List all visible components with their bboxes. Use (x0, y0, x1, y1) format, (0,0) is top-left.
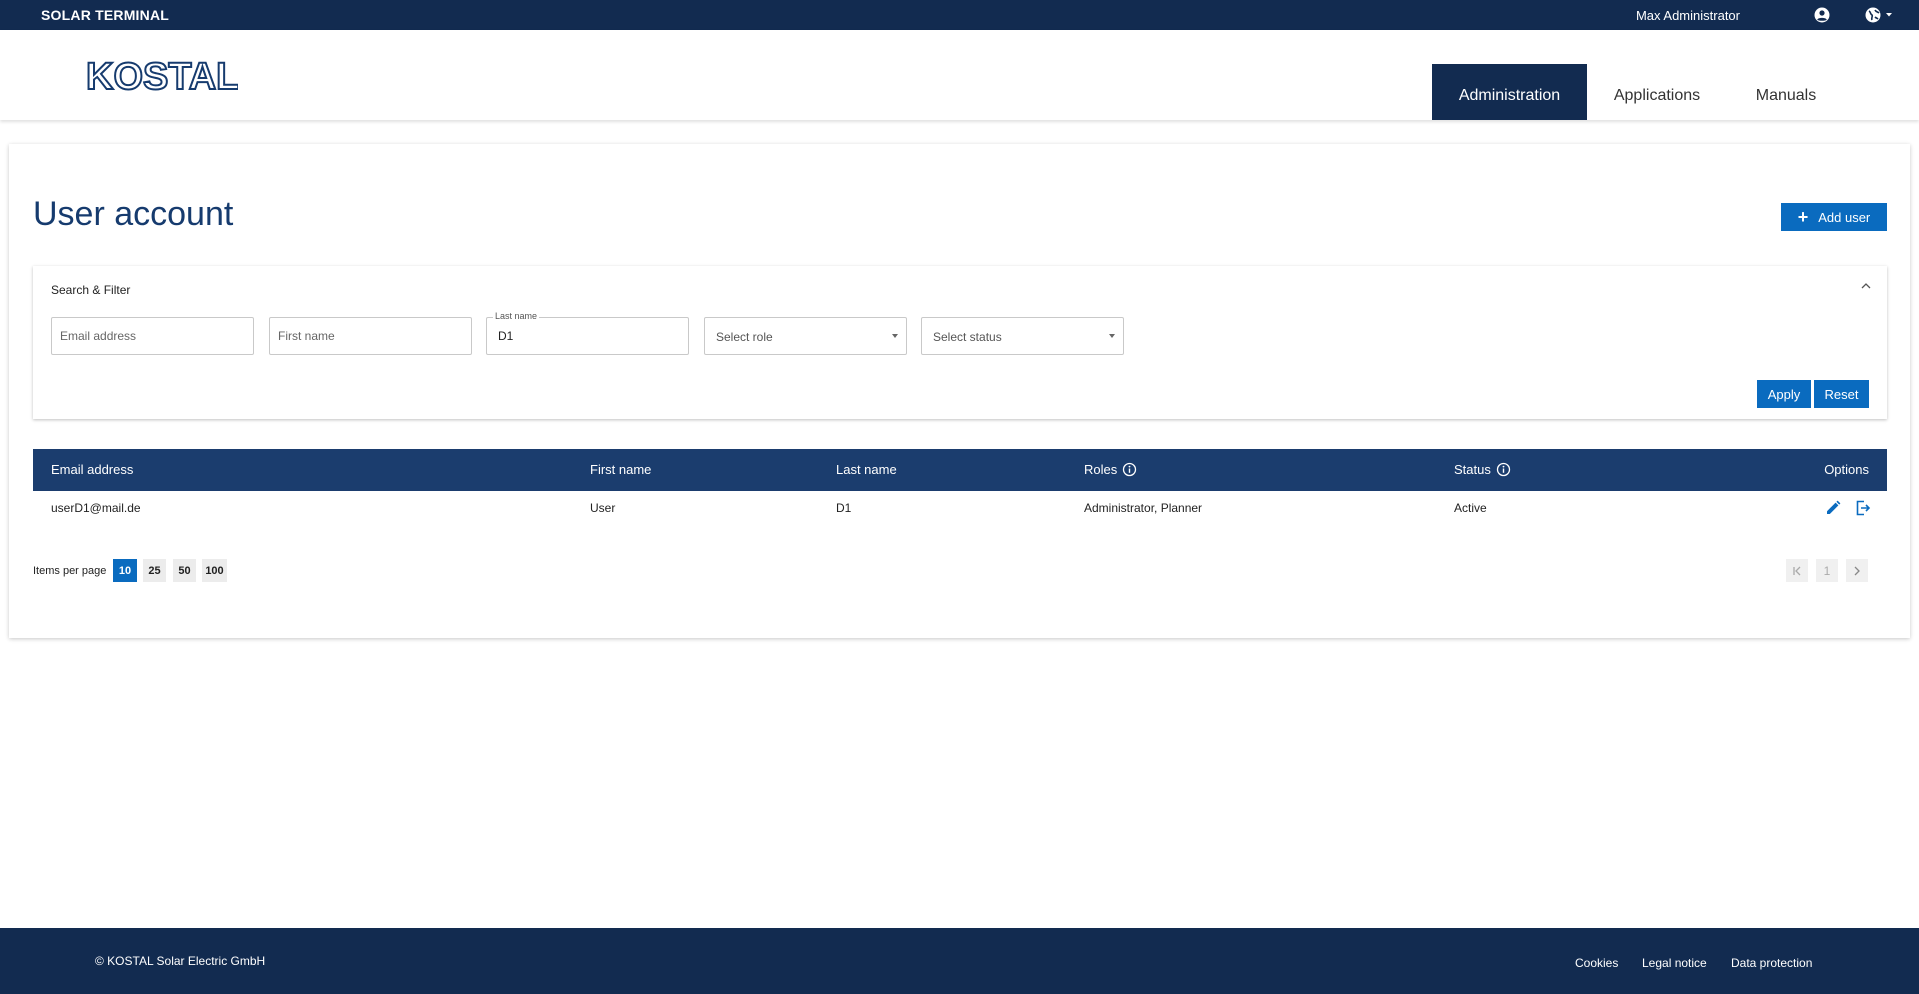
next-page-button[interactable] (1846, 559, 1868, 582)
page-size-25[interactable]: 25 (143, 559, 166, 582)
logout-icon[interactable] (1854, 499, 1872, 517)
page-size-100[interactable]: 100 (202, 559, 227, 582)
reset-button[interactable]: Reset (1814, 380, 1869, 408)
page-size-10[interactable]: 10 (113, 559, 137, 582)
column-header-label: Roles (1084, 462, 1118, 477)
footer-link-data-protection[interactable]: Data protection (1731, 956, 1812, 970)
cell-status: Active (1454, 501, 1487, 515)
role-select[interactable]: Select role (704, 317, 907, 355)
column-header-label: Email address (51, 462, 134, 477)
filter-title: Search & Filter (51, 283, 131, 297)
globe-icon (1865, 7, 1881, 23)
chevron-up-icon[interactable] (1859, 280, 1873, 292)
cell-last-name: D1 (836, 501, 852, 515)
column-header-email[interactable]: Email address (51, 462, 133, 477)
last-name-floating-label: Last name (493, 311, 540, 321)
account-circle-icon[interactable] (1812, 5, 1832, 25)
search-filter-panel: Search & Filter Last name Select role Se… (33, 266, 1887, 419)
caret-down-icon (892, 334, 898, 338)
page-size-50[interactable]: 50 (173, 559, 196, 582)
add-user-label: Add user (1818, 209, 1871, 225)
column-header-first-name[interactable]: First name (590, 462, 651, 477)
email-filter-field (51, 317, 254, 355)
role-select-placeholder: Select role (716, 330, 773, 344)
column-header-last-name[interactable]: Last name (836, 462, 897, 477)
table-header: Email address First name Last name Roles… (33, 449, 1887, 491)
items-per-page-label: Items per page (33, 565, 107, 577)
current-page[interactable]: 1 (1816, 559, 1838, 582)
svg-text:KOSTAL: KOSTAL (86, 56, 238, 96)
footer-link-legal-notice[interactable]: Legal notice (1642, 956, 1707, 970)
language-selector[interactable] (1864, 5, 1900, 25)
user-table: Email address First name Last name Roles… (33, 449, 1887, 527)
last-name-filter-input[interactable] (487, 318, 688, 354)
column-header-status: Status (1454, 462, 1511, 477)
content-card: User account + Add user Search & Filter … (9, 144, 1910, 638)
cell-email: userD1@mail.de (51, 501, 141, 515)
status-select-placeholder: Select status (933, 330, 1002, 344)
kostal-logo[interactable]: KOSTAL (86, 56, 238, 96)
column-header-label: Last name (836, 462, 897, 477)
footer-link-cookies[interactable]: Cookies (1575, 956, 1618, 970)
tab-manuals[interactable]: Manuals (1727, 64, 1845, 120)
column-header-label: Status (1454, 462, 1491, 477)
tab-administration[interactable]: Administration (1432, 64, 1587, 120)
last-name-filter-field: Last name (486, 311, 689, 355)
column-header-label: First name (590, 462, 652, 477)
main-header: KOSTAL Administration Applications Manua… (0, 30, 1919, 120)
column-header-label: Options (1824, 462, 1869, 477)
page-title: User account (33, 195, 234, 233)
cell-roles: Administrator, Planner (1084, 501, 1203, 515)
main-nav: Administration Applications Manuals (1432, 64, 1845, 120)
edit-icon[interactable] (1824, 499, 1842, 517)
cell-first-name: User (590, 501, 616, 515)
info-icon[interactable] (1496, 462, 1511, 477)
status-select[interactable]: Select status (921, 317, 1124, 355)
chevron-right-icon (1854, 566, 1860, 575)
first-name-filter-input[interactable] (270, 318, 471, 354)
plus-icon: + (1797, 207, 1809, 227)
add-user-button[interactable]: + Add user (1781, 203, 1887, 231)
column-header-options: Options (1824, 462, 1869, 477)
apply-button[interactable]: Apply (1757, 380, 1811, 408)
chevron-down-icon (1886, 13, 1892, 17)
first-name-filter-field (269, 317, 472, 355)
first-page-icon (1793, 566, 1801, 575)
top-bar: SOLAR TERMINAL Max Administrator (0, 0, 1919, 30)
footer: © KOSTAL Solar Electric GmbH Cookies Leg… (0, 928, 1919, 994)
email-filter-input[interactable] (52, 318, 253, 354)
user-name[interactable]: Max Administrator (1636, 8, 1740, 23)
copyright: © KOSTAL Solar Electric GmbH (95, 954, 266, 968)
pagination-bar: Items per page 10 25 50 100 1 (33, 559, 1887, 583)
tab-applications[interactable]: Applications (1587, 64, 1727, 120)
first-page-button[interactable] (1786, 559, 1808, 582)
info-icon[interactable] (1122, 462, 1137, 477)
brand-title: SOLAR TERMINAL (41, 7, 170, 23)
caret-down-icon (1109, 334, 1115, 338)
table-row[interactable]: userD1@mail.de User D1 Administrator, Pl… (33, 491, 1887, 527)
column-header-roles: Roles (1084, 462, 1137, 477)
